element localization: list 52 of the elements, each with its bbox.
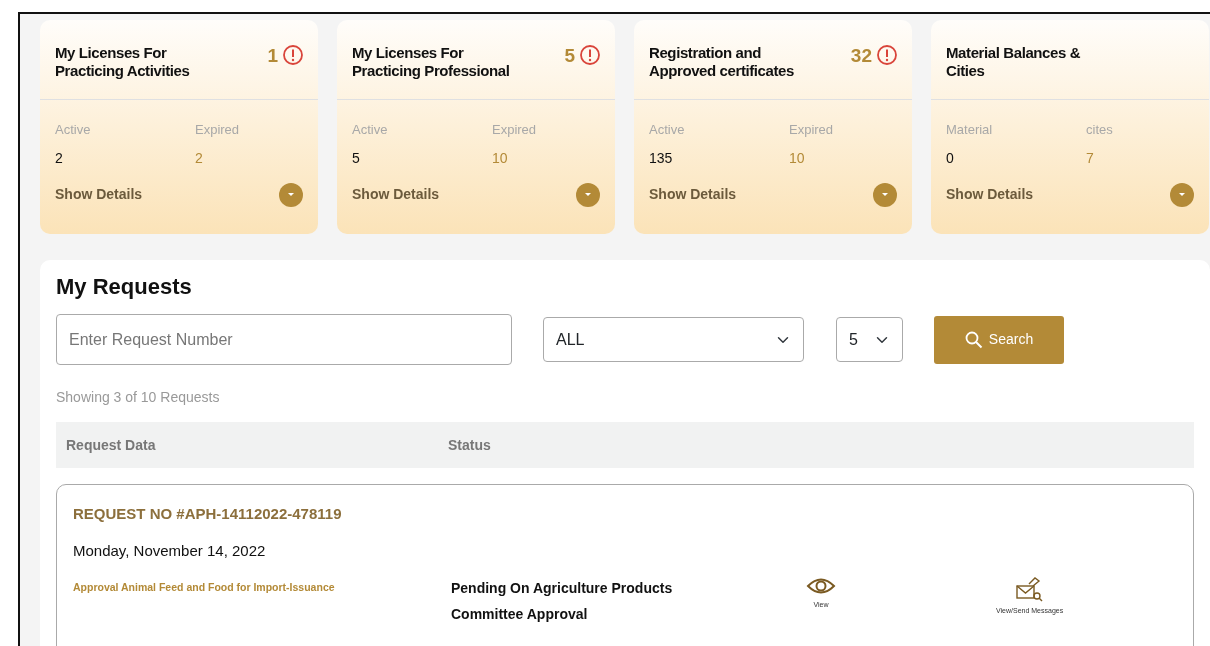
count-label: 32 bbox=[850, 45, 872, 65]
stat-label: Expired bbox=[789, 121, 835, 139]
service-name: Approval Animal Feed and Food for Import-Issuance bbox=[73, 580, 336, 596]
caret-icon bbox=[583, 191, 593, 198]
expand-button[interactable] bbox=[576, 182, 600, 207]
expand-button[interactable] bbox=[279, 182, 303, 207]
count-label: 1 bbox=[267, 45, 278, 65]
stat-value: 2 bbox=[195, 148, 204, 168]
expand-button[interactable] bbox=[873, 182, 897, 207]
stat-label: Active bbox=[55, 121, 92, 139]
request-number: REQUEST NO #APH-14112022-478119 bbox=[73, 504, 343, 525]
request-date: Monday, November 14, 2022 bbox=[73, 540, 267, 561]
alert-icon bbox=[579, 44, 601, 66]
show-details-link[interactable]: Show Details bbox=[946, 184, 1034, 205]
column-header: Status bbox=[448, 435, 491, 455]
request-status: Pending On Agriculture Products Committee Approval bbox=[451, 579, 674, 624]
alert-icon bbox=[282, 44, 304, 66]
status-dropdown[interactable]: ALL bbox=[543, 317, 804, 363]
alert-icon bbox=[876, 44, 898, 66]
caret-icon bbox=[880, 191, 890, 198]
count-label: 5 bbox=[564, 45, 575, 65]
card-title: Material Balances & Cities bbox=[946, 44, 1082, 80]
search-button[interactable]: Search bbox=[934, 315, 1064, 364]
stat-value: 10 bbox=[789, 148, 806, 168]
stat-value: 7 bbox=[1086, 148, 1095, 168]
envelope-search-icon bbox=[1014, 576, 1045, 603]
column-header: Request Data bbox=[66, 435, 157, 455]
show-details-link[interactable]: Show Details bbox=[352, 184, 440, 205]
stat-label: Active bbox=[352, 121, 389, 139]
section-title: My Requests bbox=[56, 274, 193, 301]
request-number-field[interactable]: Enter Request Number bbox=[56, 314, 512, 366]
stat-label: Active bbox=[649, 121, 686, 139]
card-title: My Licenses For Practicing Activities bbox=[55, 44, 191, 80]
page-size-dropdown[interactable]: 5 bbox=[836, 317, 903, 363]
stat-value: 0 bbox=[946, 148, 955, 168]
stat-label: Expired bbox=[195, 121, 241, 139]
show-details-link[interactable]: Show Details bbox=[649, 184, 737, 205]
stat-value: 135 bbox=[649, 148, 674, 168]
caret-icon bbox=[1177, 191, 1187, 198]
stat-value: 10 bbox=[492, 148, 509, 168]
stat-label: Material bbox=[946, 121, 994, 139]
stat-label: Expired bbox=[492, 121, 538, 139]
card-title: My Licenses For Practicing Professional bbox=[352, 44, 511, 80]
search-icon bbox=[964, 330, 983, 349]
caret-icon bbox=[286, 191, 296, 198]
show-details-link[interactable]: Show Details bbox=[55, 184, 143, 205]
expand-button[interactable] bbox=[1170, 182, 1194, 207]
stat-value: 5 bbox=[352, 148, 361, 168]
card-title: Registration and Approved certificates bbox=[649, 44, 795, 80]
stat-label: cites bbox=[1086, 121, 1114, 139]
results-summary: Showing 3 of 10 Requests bbox=[56, 388, 221, 408]
stat-value: 2 bbox=[55, 148, 64, 168]
